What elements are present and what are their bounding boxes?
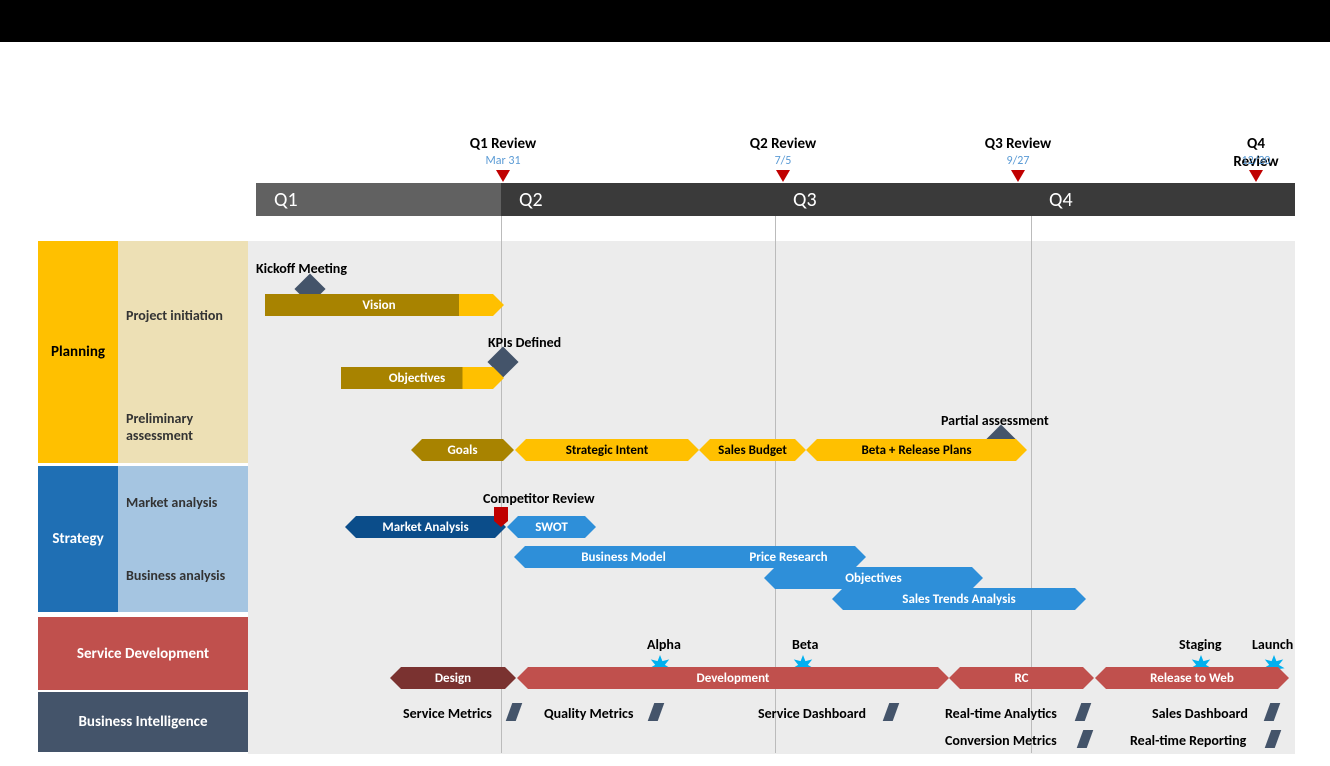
q2-review-marker — [776, 170, 790, 182]
q2-review-date: 7/5 — [775, 154, 792, 168]
quarter-q2-header: Q2 — [501, 183, 775, 216]
q1-review-label: Q1 Review — [470, 135, 536, 153]
bar-sales-trends: Sales Trends Analysis — [843, 588, 1075, 610]
bar-swot: SWOT — [518, 516, 585, 538]
bi-conversion-metrics: Conversion Metrics — [945, 732, 1057, 748]
q3-review-date: 9/27 — [1007, 154, 1030, 168]
bar-price-research: Price Research — [722, 546, 855, 568]
group-strategy: Strategy — [38, 466, 118, 612]
bar-rc: RC — [960, 667, 1083, 689]
group-business-intelligence: Business Intelligence — [38, 692, 248, 752]
bi-quality-metrics: Quality Metrics — [544, 705, 633, 721]
group-planning: Planning — [38, 241, 118, 463]
bar-beta-release-plans: Beta + Release Plans — [817, 439, 1016, 461]
bi-sales-dashboard: Sales Dashboard — [1152, 705, 1248, 721]
bar-vision: Vision — [265, 294, 493, 316]
bi-realtime-reporting: Real-time Reporting — [1130, 732, 1246, 748]
beta-label: Beta — [792, 636, 818, 653]
bar-strategic-intent: Strategic Intent — [526, 439, 688, 461]
quarter-q1-header: Q1 — [256, 183, 501, 216]
sub-preliminary-assessment: Preliminary assessment — [118, 390, 248, 463]
sub-business-analysis: Business analysis — [118, 539, 248, 612]
kickoff-meeting-label: Kickoff Meeting — [256, 260, 347, 277]
q1-review-date: Mar 31 — [485, 154, 520, 168]
q4-review-marker — [1249, 170, 1263, 182]
competitor-review-label: Competitor Review — [483, 490, 595, 507]
sub-market-analysis: Market analysis — [118, 466, 248, 539]
group-service-development: Service Development — [38, 617, 248, 690]
bar-objectives-strategy: Objectives — [775, 567, 972, 589]
bar-sales-budget: Sales Budget — [710, 439, 795, 461]
sub-project-initiation: Project initiation — [118, 241, 248, 390]
bi-service-dashboard: Service Dashboard — [758, 705, 866, 721]
q1-review-marker — [496, 170, 510, 182]
quarter-q4-header: Q4 — [1031, 183, 1295, 216]
quarter-q3-header: Q3 — [775, 183, 1031, 216]
staging-label: Staging — [1179, 636, 1221, 653]
top-black-bar — [0, 0, 1330, 42]
q4-review-date: 12/20 — [1242, 154, 1271, 168]
bar-objectives: Objectives — [341, 367, 493, 389]
q2-review-label: Q2 Review — [750, 135, 816, 153]
launch-label: Launch — [1252, 636, 1293, 653]
bi-service-metrics: Service Metrics — [403, 705, 492, 721]
alpha-label: Alpha — [647, 636, 681, 653]
kpis-defined-label: KPIs Defined — [488, 334, 561, 351]
bar-development: Development — [528, 667, 938, 689]
q3-review-marker — [1011, 170, 1025, 182]
bi-realtime-analytics: Real-time Analytics — [945, 705, 1057, 721]
partial-assessment-label: Partial assessment — [941, 412, 1049, 429]
q3-review-label: Q3 Review — [985, 135, 1051, 153]
bar-goals: Goals — [422, 439, 503, 461]
bar-market-analysis: Market Analysis — [356, 516, 495, 538]
bar-release-to-web: Release to Web — [1106, 667, 1278, 689]
bar-business-model: Business Model — [525, 546, 722, 568]
bar-design: Design — [401, 667, 505, 689]
